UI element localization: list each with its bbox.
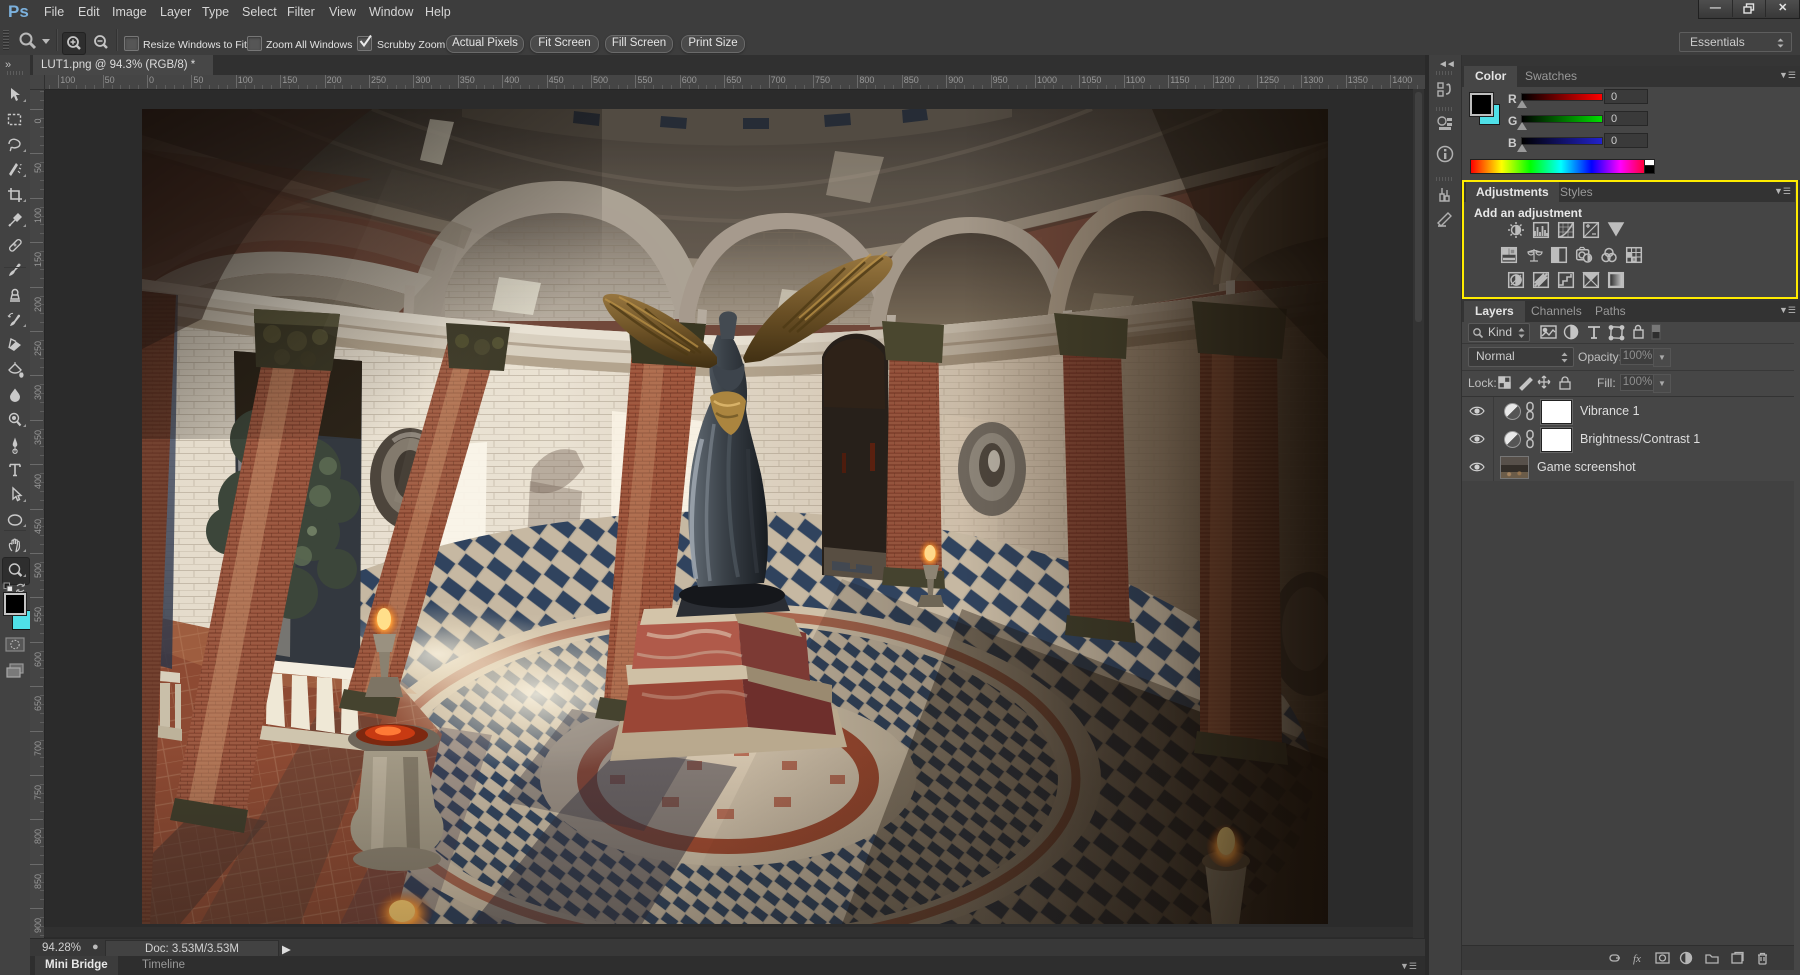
svg-text:fx: fx — [1633, 953, 1641, 965]
